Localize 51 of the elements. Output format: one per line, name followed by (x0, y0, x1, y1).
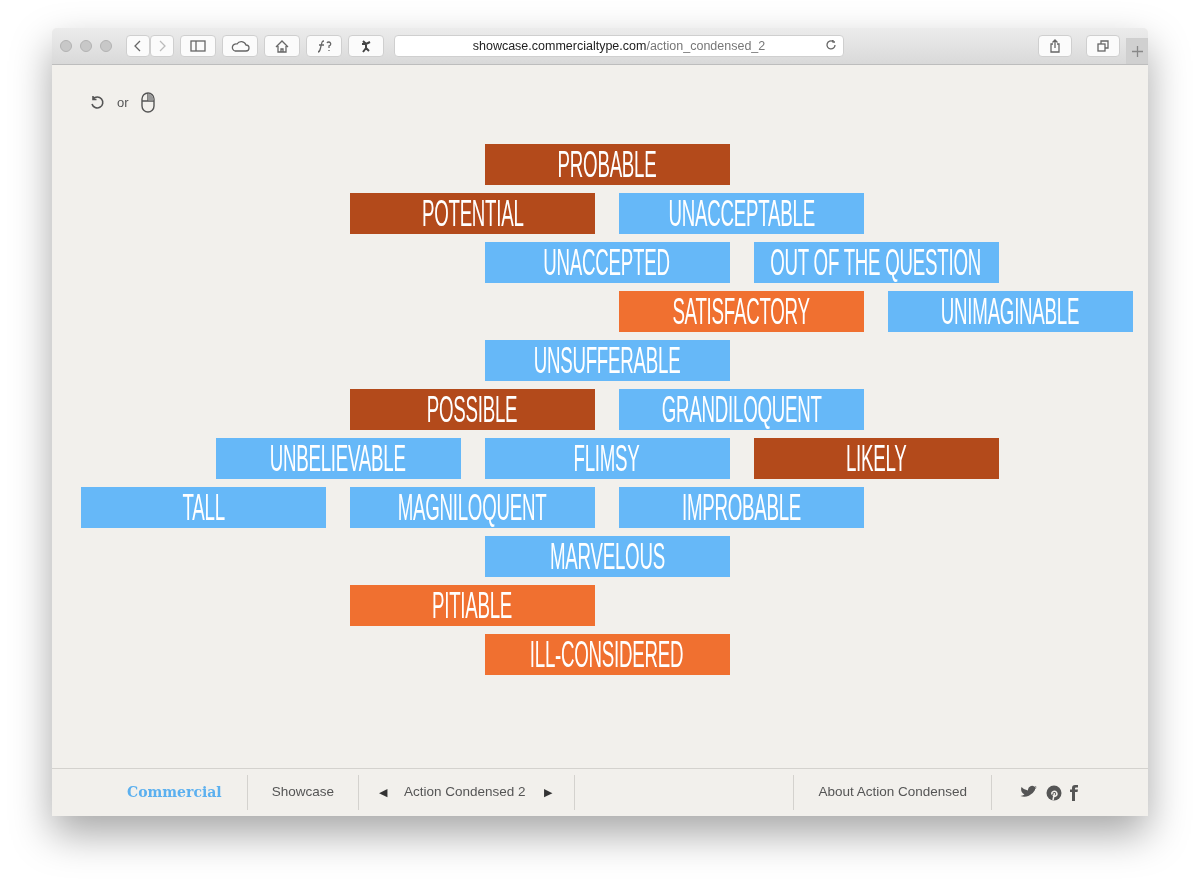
tabs-button[interactable] (1086, 35, 1120, 57)
figure-icon (359, 39, 373, 53)
word-tile: POTENTIAL (350, 193, 595, 234)
mouse-icon (140, 92, 155, 113)
sidebar-button[interactable] (180, 35, 216, 57)
new-tab-button[interactable] (1126, 38, 1148, 64)
word-tile: MAGNILOQUENT (350, 487, 595, 528)
twitter-icon[interactable] (1020, 785, 1038, 800)
facebook-icon[interactable] (1070, 784, 1078, 801)
word-tile: PITIABLE (350, 585, 595, 626)
word-tile: FLIMSY (484, 438, 730, 479)
plus-icon (1131, 45, 1143, 57)
cloud-icon (230, 40, 250, 52)
url-text: showcase.commercialtype.com/action_condensed_2 (472, 37, 766, 55)
tabs-icon (1097, 40, 1109, 52)
word-tile: UNBELIEVABLE (215, 438, 461, 479)
pinterest-icon[interactable] (1046, 784, 1062, 801)
word-tile: OUT OF THE QUESTION (753, 242, 999, 283)
word-tile: IMPROBABLE (619, 487, 864, 528)
word-tile: GRANDILOQUENT (619, 389, 864, 430)
chevron-right-icon (158, 40, 166, 52)
word-tile: PROBABLE (484, 144, 730, 185)
share-button[interactable] (1038, 35, 1072, 57)
next-link[interactable]: ▶ (543, 784, 552, 801)
word-tile: POSSIBLE (350, 389, 595, 430)
word-tile: UNIMAGINABLE (888, 291, 1133, 332)
sidebar-icon (190, 40, 206, 52)
share-icon (1049, 39, 1061, 53)
chevron-left-icon (134, 40, 142, 52)
word-tile: LIKELY (753, 438, 999, 479)
home-icon (275, 39, 289, 53)
cloud-tabs-button[interactable] (222, 35, 258, 57)
word-tile: MARVELOUS (484, 536, 730, 577)
reload-icon[interactable] (825, 39, 837, 51)
word-tile: SATISFACTORY (619, 291, 864, 332)
hint-text: or (117, 93, 129, 112)
back-button[interactable] (126, 35, 150, 57)
showcase-link[interactable]: Showcase (271, 782, 334, 803)
word-tile: UNSUFFERABLE (484, 340, 730, 381)
about-link[interactable]: About Action Condensed (818, 782, 967, 803)
extension-button[interactable] (348, 35, 384, 57)
rotate-icon (89, 94, 105, 111)
word-tile: ILL-CONSIDERED (484, 634, 730, 675)
word-tile: TALL (81, 487, 326, 528)
home-button[interactable] (264, 35, 300, 57)
address-bar[interactable]: showcase.commercialtype.com/action_condensed_2 (394, 35, 844, 57)
word-tile: UNACCEPTED (484, 242, 730, 283)
word-tile: UNACCEPTABLE (619, 193, 864, 234)
font-name: Action Condensed 2 (403, 783, 526, 802)
previous-link[interactable]: ◀ (378, 784, 387, 801)
bookmark-button[interactable] (306, 35, 342, 57)
